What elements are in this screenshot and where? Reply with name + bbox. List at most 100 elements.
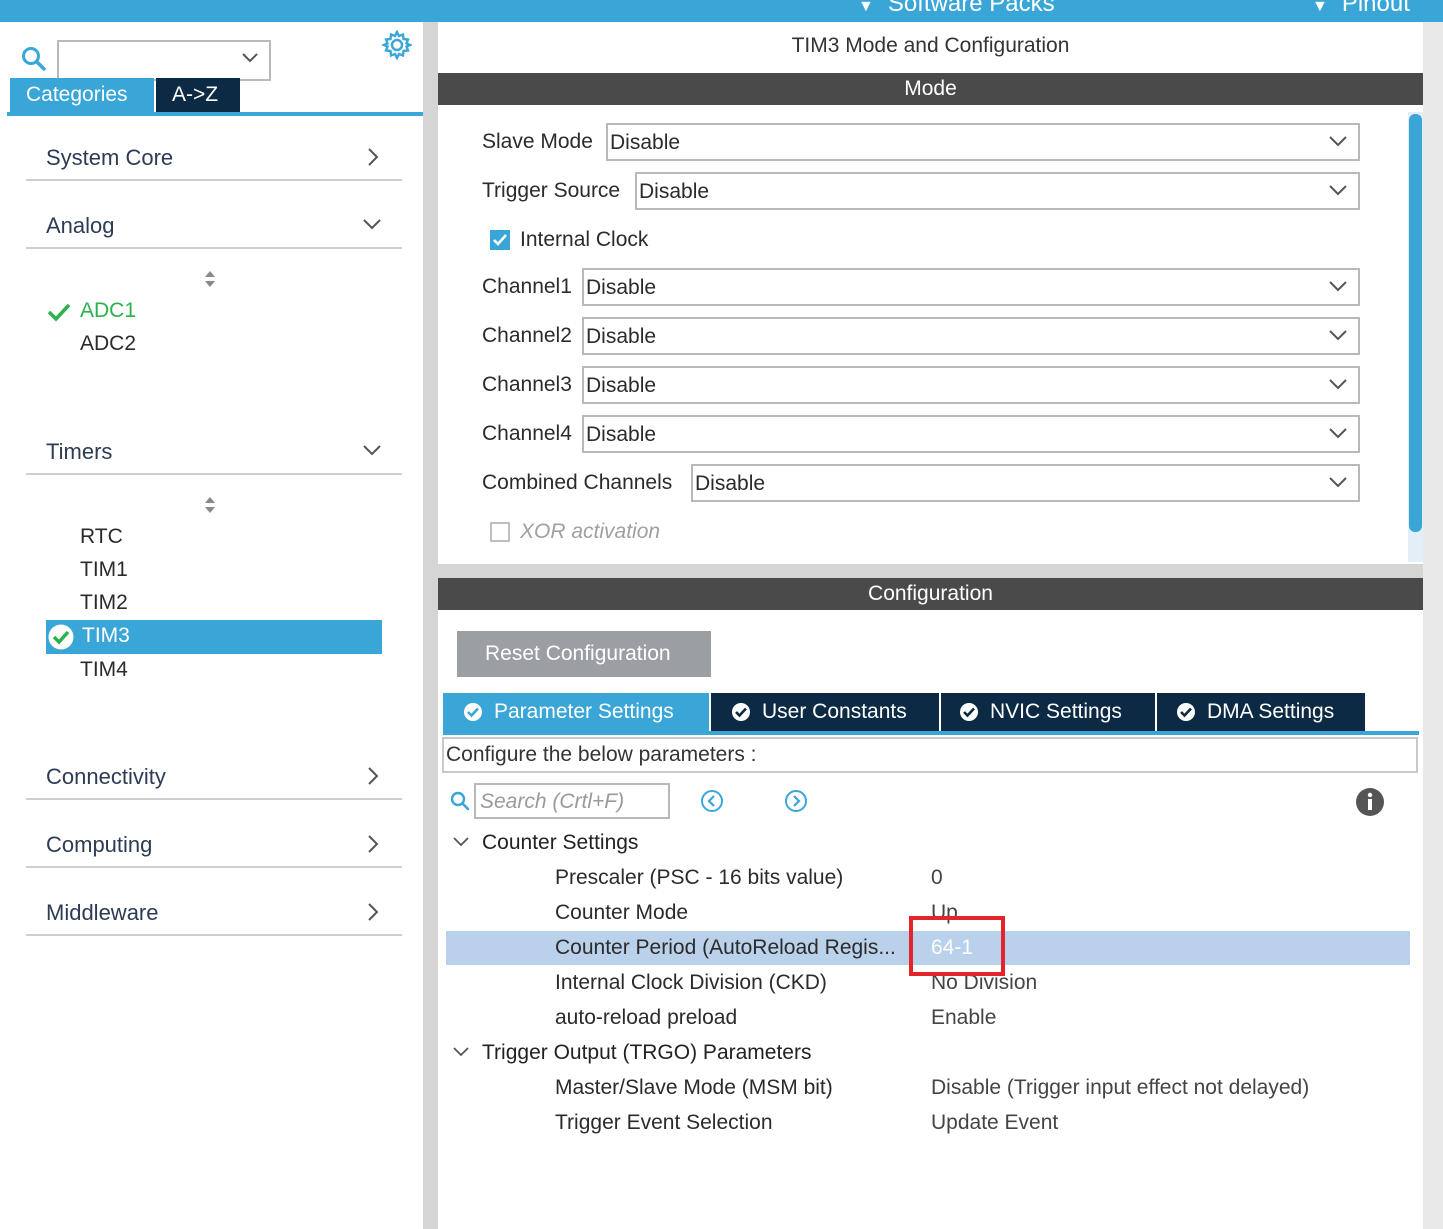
tab-label: DMA Settings [1207,700,1335,723]
category-label: Middleware [46,900,159,925]
param-value: 0 [931,866,943,889]
tab-label: User Constants [762,700,907,723]
peripheral-rtc[interactable]: RTC [80,525,123,549]
param-prescaler[interactable]: Prescaler (PSC - 16 bits value) 0 [446,861,1410,895]
mode-header: Mode [438,73,1423,105]
channel1-select[interactable]: Disable [582,268,1360,306]
chevron-down-icon [453,1047,469,1057]
chevron-down-icon[interactable] [241,52,259,64]
peripheral-tim1[interactable]: TIM1 [80,558,128,582]
channel4-value: Disable [586,423,657,446]
peripheral-tim3-label: TIM3 [82,624,130,647]
trigger-source-row: Trigger Source Disable [482,172,1360,210]
category-analog[interactable]: Analog [26,203,402,249]
trigger-source-select[interactable]: Disable [635,172,1360,210]
slave-mode-row: Slave Mode Disable [482,123,1360,161]
channel4-label: Channel4 [482,422,572,445]
chevron-down-icon [363,219,381,230]
gear-icon[interactable] [382,30,412,60]
param-value: Disable (Trigger input effect not delaye… [931,1076,1310,1099]
mode-scrollbar-thumb[interactable] [1409,114,1422,532]
category-label: Computing [46,832,153,857]
category-search-combo[interactable] [57,40,271,81]
tab-categories[interactable]: Categories [10,78,154,112]
chevron-right-icon [368,835,379,853]
categories-panel: Categories A->Z System Core Analog ADC1 … [7,22,423,1229]
check-circle-icon [732,703,750,721]
next-match-icon[interactable] [784,789,808,813]
chevron-down-icon [453,837,469,847]
search-icon[interactable] [21,46,47,72]
category-label: Analog [46,213,115,238]
category-computing[interactable]: Computing [26,822,402,868]
param-name: Prescaler (PSC - 16 bits value) [555,866,844,889]
parameter-search-input[interactable]: Search (Crtl+F) [474,783,670,819]
sort-icon[interactable] [203,495,217,515]
chevron-down-icon [1329,136,1347,147]
pinout-menu[interactable]: ▼ Pinout [1312,0,1410,18]
slave-mode-value: Disable [610,131,681,154]
internal-clock-checkbox[interactable] [490,230,510,250]
category-connectivity[interactable]: Connectivity [26,754,402,800]
channel2-value: Disable [586,325,657,348]
chevron-down-icon [1329,428,1347,439]
section-splitter[interactable] [438,564,1423,578]
chevron-right-icon [368,148,379,166]
channel4-row: Channel4 Disable [482,415,1360,453]
tab-underline [7,112,423,116]
param-value: Update Event [931,1111,1059,1134]
param-name: Trigger Event Selection [555,1111,773,1134]
channel1-label: Channel1 [482,275,572,298]
chevron-down-icon: ▼ [858,0,874,15]
slave-mode-select[interactable]: Disable [606,123,1360,161]
page-title: TIM3 Mode and Configuration [791,34,1070,57]
param-name: Counter Period (AutoReload Regis... [555,936,896,959]
xor-activation-checkbox[interactable] [490,522,510,542]
param-trigger-event-selection[interactable]: Trigger Event Selection Update Event [446,1106,1410,1140]
combined-channels-value: Disable [695,472,766,495]
check-circle-icon [1177,703,1195,721]
peripheral-adc1[interactable]: ADC1 [80,299,136,323]
category-middleware[interactable]: Middleware [26,890,402,936]
reset-configuration-button[interactable]: Reset Configuration [457,631,711,677]
category-system-core[interactable]: System Core [26,135,402,181]
info-icon[interactable] [1355,787,1385,817]
annotation-highlight-box [909,916,1005,976]
combined-channels-row: Combined Channels Disable [482,464,1360,502]
check-circle-icon [960,703,978,721]
category-label: System Core [46,145,174,170]
channel4-select[interactable]: Disable [582,415,1360,453]
software-packs-menu[interactable]: ▼ Software Packs [858,0,1055,18]
sort-icon[interactable] [203,269,217,289]
combined-channels-select[interactable]: Disable [691,464,1360,502]
peripheral-adc2[interactable]: ADC2 [80,332,136,356]
configuration-header: Configuration [438,578,1423,610]
previous-match-icon[interactable] [700,789,724,813]
tab-nvic-settings[interactable]: NVIC Settings [941,693,1155,731]
peripheral-tim4[interactable]: TIM4 [80,658,128,682]
param-name: Counter Mode [555,901,689,924]
slave-mode-label: Slave Mode [482,130,593,153]
channel2-select[interactable]: Disable [582,317,1360,355]
param-auto-reload-preload[interactable]: auto-reload preload Enable [446,1001,1410,1035]
tab-user-constants[interactable]: User Constants [711,693,939,731]
chevron-down-icon [1329,281,1347,292]
peripheral-tim3[interactable]: TIM3 [46,620,382,654]
tab-a-to-z[interactable]: A->Z [156,78,240,112]
category-timers[interactable]: Timers [26,429,402,475]
chevron-right-icon [368,903,379,921]
peripheral-tim2[interactable]: TIM2 [80,591,128,615]
check-circle-icon [48,624,74,650]
chevron-right-icon [368,767,379,785]
channel3-select[interactable]: Disable [582,366,1360,404]
param-master-slave-mode[interactable]: Master/Slave Mode (MSM bit) Disable (Tri… [446,1071,1410,1105]
tab-dma-settings[interactable]: DMA Settings [1157,693,1365,731]
channel1-row: Channel1 Disable [482,268,1360,306]
tab-parameter-settings[interactable]: Parameter Settings [443,693,709,731]
channel3-value: Disable [586,374,657,397]
trigger-source-label: Trigger Source [482,179,621,202]
param-name: Master/Slave Mode (MSM bit) [555,1076,833,1099]
param-value: Enable [931,1006,997,1029]
xor-activation-label: XOR activation [520,520,661,543]
panel-splitter[interactable] [423,22,438,1229]
